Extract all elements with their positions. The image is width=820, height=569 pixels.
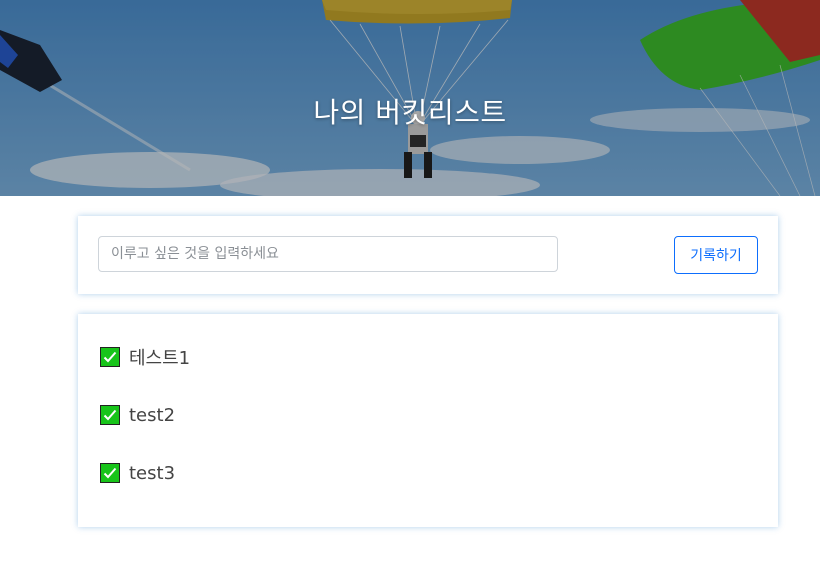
list-item-text: 테스트1 — [129, 348, 191, 369]
list-item: test2 — [100, 404, 190, 426]
page-title: 나의 버킷리스트 — [313, 95, 507, 129]
record-button[interactable]: 기록하기 — [674, 236, 758, 274]
bucket-input[interactable] — [98, 236, 558, 272]
checkmark-icon[interactable] — [100, 463, 120, 483]
list-item: test3 — [100, 462, 190, 484]
bucket-list-card: 테스트1 test2 test3 — [78, 314, 778, 527]
list-item-text: test3 — [129, 462, 176, 484]
input-card: 기록하기 — [78, 216, 778, 294]
hero-banner: 나의 버킷리스트 — [0, 0, 820, 196]
checkmark-icon[interactable] — [100, 347, 120, 367]
list-item: 테스트1 — [100, 346, 191, 369]
checkmark-icon[interactable] — [100, 405, 120, 425]
bucket-list: 테스트1 test2 test3 — [100, 346, 190, 520]
list-item-text: test2 — [129, 404, 176, 426]
